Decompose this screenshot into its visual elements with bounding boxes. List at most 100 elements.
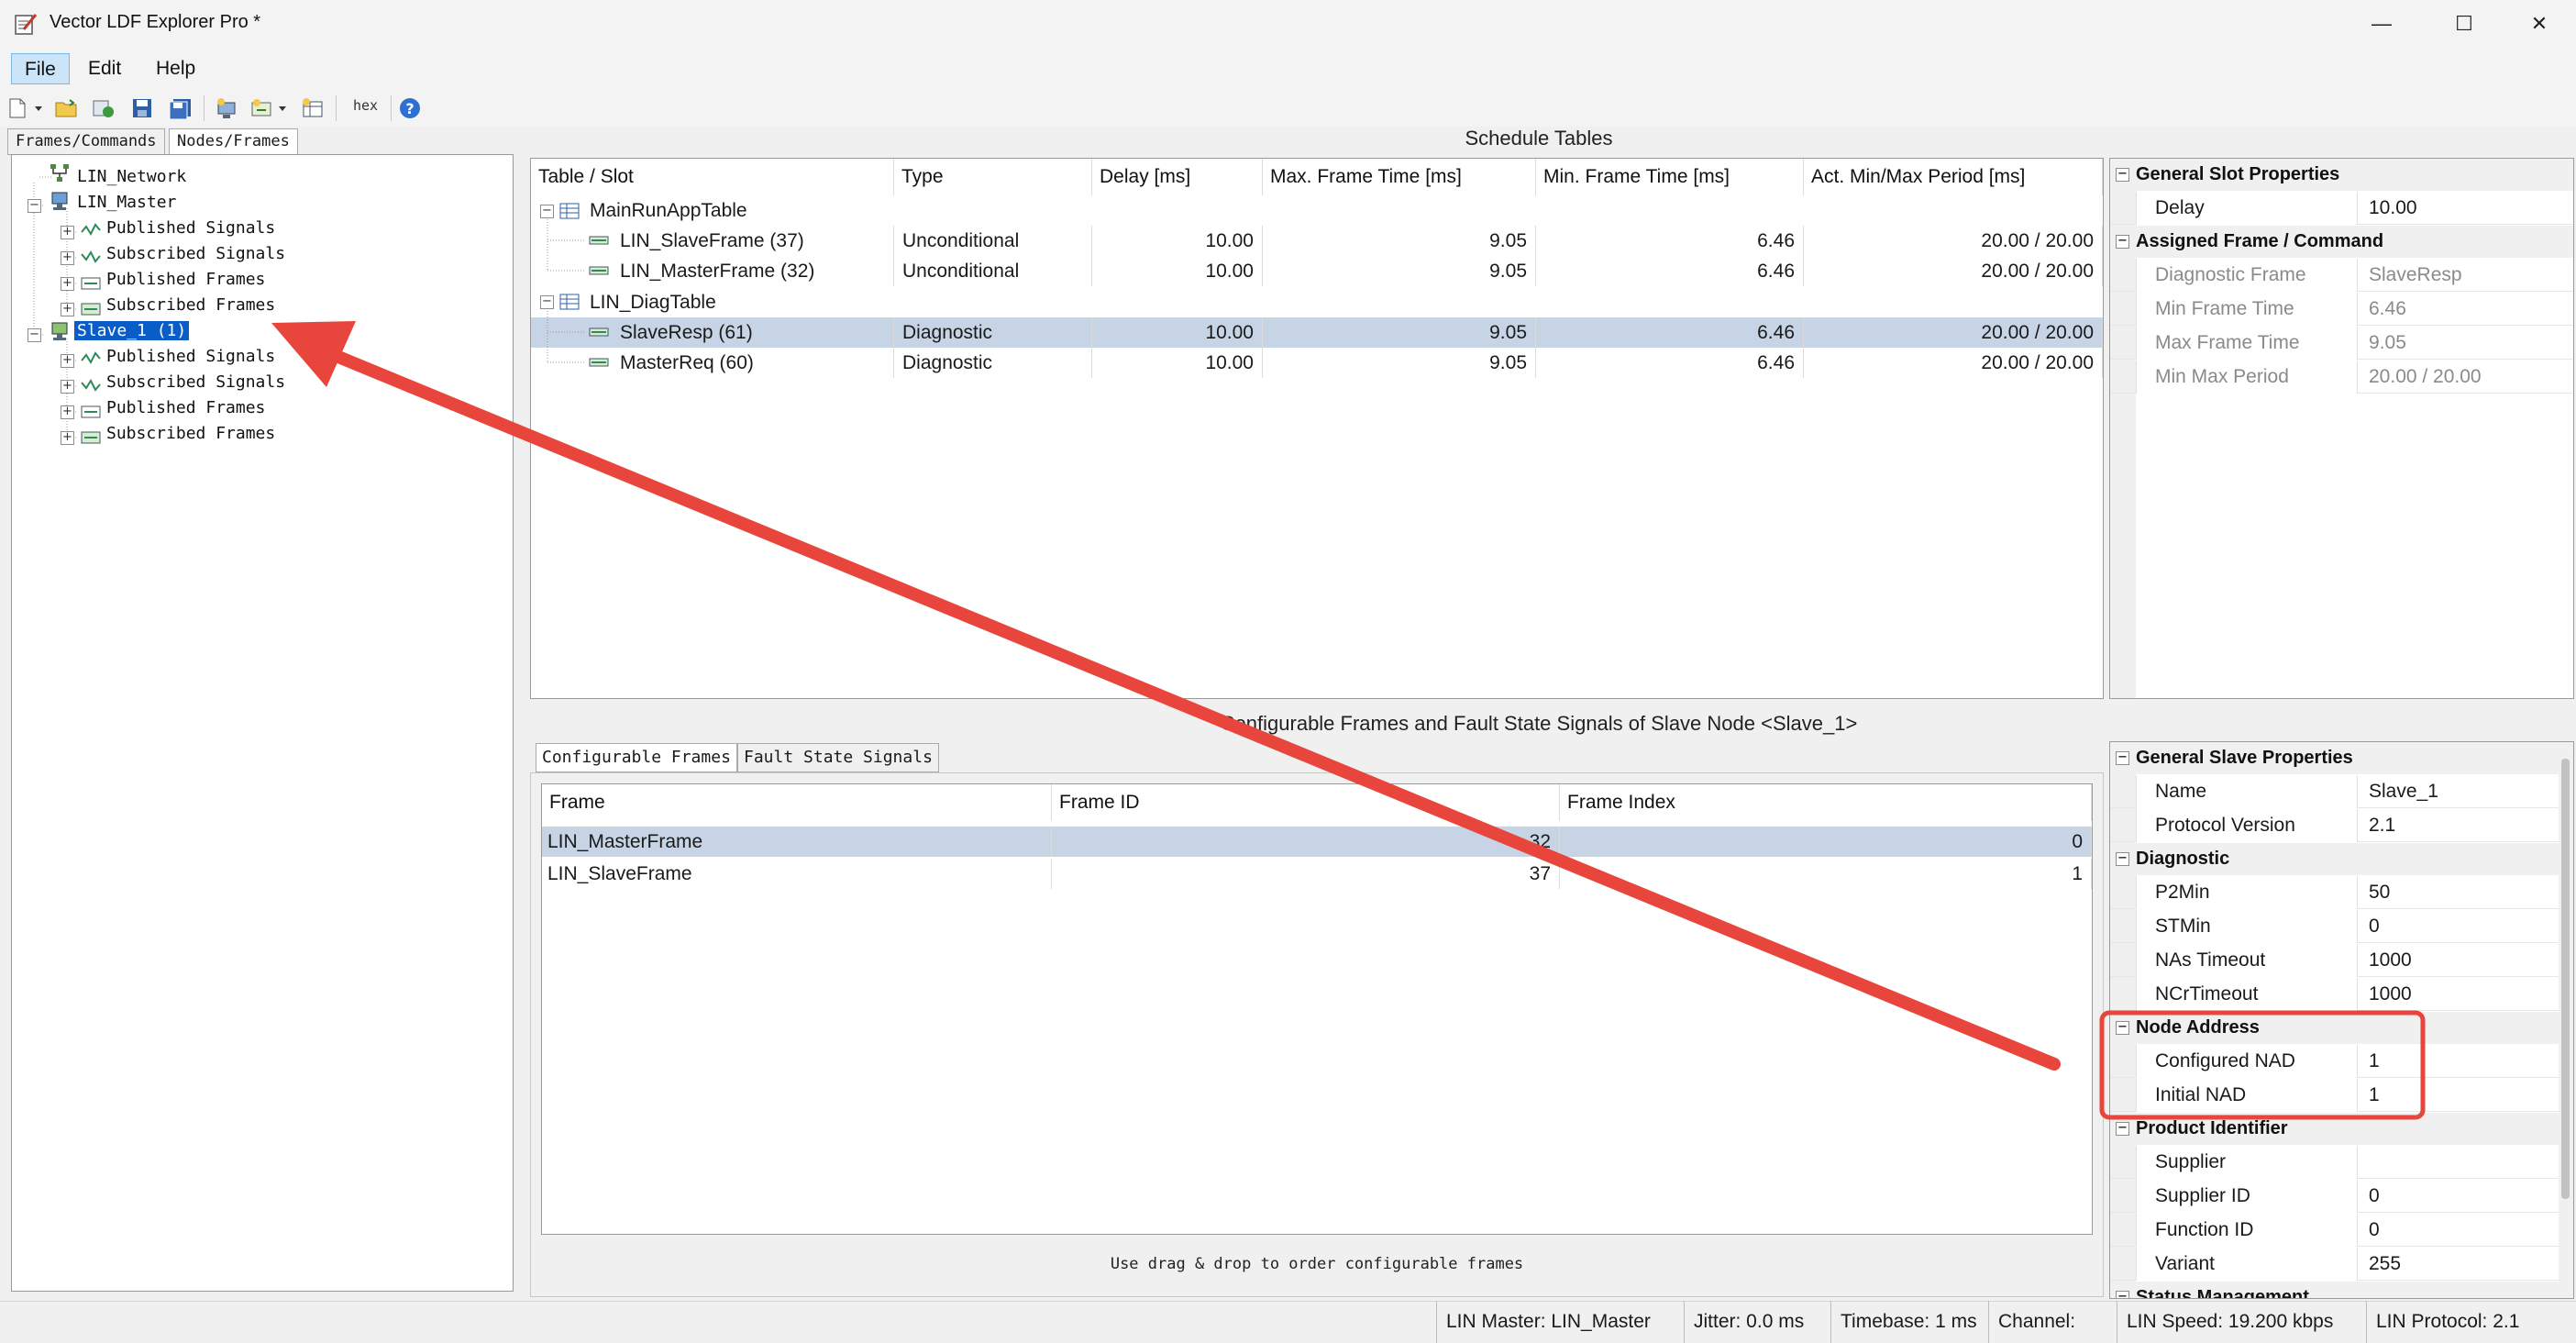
property-row-supplier[interactable]: Supplier <box>2110 1146 2573 1179</box>
tree-item-slave-subscribed-frames[interactable]: Subscribed Frames <box>104 421 278 447</box>
property-row-function-id[interactable]: Function ID 0 <box>2110 1214 2573 1247</box>
category-product-identifier[interactable]: − Product Identifier <box>2110 1113 2573 1145</box>
new-dropdown-icon[interactable] <box>31 94 46 122</box>
tab-nodes-frames[interactable]: Nodes/Frames <box>169 128 298 155</box>
properties-scrollbar[interactable] <box>2559 742 2573 1298</box>
expand-toggle[interactable]: + <box>61 277 74 291</box>
tab-fault-state-signals[interactable]: Fault State Signals <box>737 743 939 772</box>
table-row-selected[interactable]: SlaveResp (61) Diagnostic 10.00 9.05 6.4… <box>531 317 2103 348</box>
scrollbar-thumb[interactable] <box>2561 759 2570 1199</box>
tree-item-master-subscribed-frames[interactable]: Subscribed Frames <box>104 293 278 318</box>
category-assigned-frame[interactable]: − Assigned Frame / Command <box>2110 226 2573 258</box>
property-value[interactable]: 1000 <box>2360 944 2573 977</box>
add-schedule-icon[interactable] <box>299 94 326 122</box>
tree-item-master-subscribed-signals[interactable]: Subscribed Signals <box>104 241 288 267</box>
slot-properties-grid[interactable]: − General Slot Properties Delay 10.00 − As… <box>2109 158 2574 699</box>
property-value[interactable]: 1 <box>2360 1045 2573 1078</box>
table-row[interactable]: LIN_SlaveFrame (37) Unconditional 10.00 … <box>531 226 2103 256</box>
expand-toggle[interactable]: + <box>61 431 74 445</box>
expand-toggle[interactable]: + <box>61 303 74 316</box>
menu-file[interactable]: File <box>11 53 70 84</box>
column-header-min-frame-time[interactable]: Min. Frame Time [ms] <box>1536 159 1804 195</box>
tree-item-master-published-frames[interactable]: Published Frames <box>104 267 268 293</box>
menu-edit[interactable]: Edit <box>75 53 134 84</box>
category-node-address[interactable]: − Node Address <box>2110 1012 2573 1044</box>
property-value[interactable]: 255 <box>2360 1248 2573 1281</box>
property-row-p2min[interactable]: P2Min 50 <box>2110 876 2573 909</box>
property-value[interactable] <box>2360 1146 2573 1179</box>
hex-toggle-button[interactable]: hex <box>353 97 378 114</box>
category-status-management[interactable]: − Status Management <box>2110 1282 2573 1298</box>
collapse-toggle[interactable]: − <box>2116 168 2129 182</box>
close-button[interactable]: ✕ <box>2498 0 2576 48</box>
property-value[interactable]: 1 <box>2360 1079 2573 1112</box>
add-frame-dropdown-icon[interactable] <box>275 94 290 122</box>
property-row-configured-nad[interactable]: Configured NAD 1 <box>2110 1045 2573 1078</box>
refresh-icon[interactable] <box>90 94 117 122</box>
add-frame-icon[interactable] <box>248 94 275 122</box>
property-row-diagnostic-frame[interactable]: Diagnostic Frame SlaveResp <box>2110 259 2573 292</box>
collapse-slave-toggle[interactable]: − <box>28 328 41 342</box>
property-row-name[interactable]: Name Slave_1 <box>2110 775 2573 808</box>
category-diagnostic[interactable]: − Diagnostic <box>2110 843 2573 875</box>
open-folder-icon[interactable] <box>53 94 81 122</box>
property-row-variant[interactable]: Variant 255 <box>2110 1248 2573 1281</box>
expand-toggle[interactable]: + <box>61 251 74 265</box>
column-header-delay[interactable]: Delay [ms] <box>1092 159 1263 195</box>
property-row-nas-timeout[interactable]: NAs Timeout 1000 <box>2110 944 2573 977</box>
node-tree[interactable]: LIN_Network − LIN_Master + Published Sig… <box>11 154 514 1292</box>
property-value[interactable]: 50 <box>2360 876 2573 909</box>
column-header-frame[interactable]: Frame <box>542 784 1052 821</box>
collapse-master-toggle[interactable]: − <box>28 199 41 213</box>
property-value[interactable]: 0 <box>2360 910 2573 943</box>
table-row[interactable]: LIN_SlaveFrame 37 1 <box>542 859 2092 889</box>
table-row[interactable]: LIN_MasterFrame (32) Unconditional 10.00… <box>531 256 2103 286</box>
menu-help[interactable]: Help <box>143 53 208 84</box>
property-row-supplier-id[interactable]: Supplier ID 0 <box>2110 1180 2573 1213</box>
property-row-delay[interactable]: Delay 10.00 <box>2110 192 2573 225</box>
collapse-toggle[interactable]: − <box>2116 1021 2129 1035</box>
collapse-toggle[interactable]: − <box>2116 1122 2129 1136</box>
tree-item-master-published-signals[interactable]: Published Signals <box>104 216 278 241</box>
expand-toggle[interactable]: + <box>61 226 74 239</box>
tree-item-slave-subscribed-signals[interactable]: Subscribed Signals <box>104 370 288 395</box>
property-value[interactable]: 1000 <box>2360 978 2573 1011</box>
property-row-min-max-period[interactable]: Min Max Period 20.00 / 20.00 <box>2110 361 2573 394</box>
minimize-window-button[interactable]: — <box>2340 0 2423 48</box>
new-file-icon[interactable] <box>4 94 31 122</box>
property-row-min-frame-time[interactable]: Min Frame Time 6.46 <box>2110 293 2573 326</box>
add-node-icon[interactable] <box>213 94 240 122</box>
column-header-max-frame-time[interactable]: Max. Frame Time [ms] <box>1263 159 1536 195</box>
property-value[interactable]: 0 <box>2360 1180 2573 1213</box>
tab-frames-commands[interactable]: Frames/Commands <box>7 128 165 155</box>
collapse-toggle[interactable]: − <box>2116 235 2129 249</box>
save-icon[interactable] <box>128 94 156 122</box>
collapse-toggle[interactable]: − <box>2116 1291 2129 1298</box>
tab-configurable-frames[interactable]: Configurable Frames <box>536 743 737 772</box>
tree-node-network[interactable]: LIN_Network <box>74 164 189 190</box>
help-icon[interactable]: ? <box>396 94 424 122</box>
property-value[interactable]: 2.1 <box>2360 809 2573 842</box>
collapse-toggle[interactable]: − <box>2116 852 2129 866</box>
category-general-slave[interactable]: − General Slave Properties <box>2110 742 2573 774</box>
configurable-frames-table[interactable]: Frame Frame ID Frame Index LIN_MasterFra… <box>541 783 2093 1235</box>
table-row[interactable]: MasterReq (60) Diagnostic 10.00 9.05 6.4… <box>531 348 2103 378</box>
property-row-max-frame-time[interactable]: Max Frame Time 9.05 <box>2110 327 2573 360</box>
tree-node-slave-1[interactable]: Slave_1 (1) <box>72 318 191 344</box>
property-value[interactable]: Slave_1 <box>2360 775 2573 808</box>
maximize-button[interactable]: ☐ <box>2423 0 2505 48</box>
column-header-frame-id[interactable]: Frame ID <box>1052 784 1560 821</box>
column-header-period[interactable]: Act. Min/Max Period [ms] <box>1804 159 2103 195</box>
tree-item-slave-published-signals[interactable]: Published Signals <box>104 344 278 370</box>
save-all-icon[interactable] <box>167 94 194 122</box>
column-header-frame-index[interactable]: Frame Index <box>1560 784 2092 821</box>
property-row-ncr-timeout[interactable]: NCrTimeout 1000 <box>2110 978 2573 1011</box>
table-row-selected[interactable]: LIN_MasterFrame 32 0 <box>542 827 2092 857</box>
category-general-slot[interactable]: − General Slot Properties <box>2110 159 2573 191</box>
property-row-initial-nad[interactable]: Initial NAD 1 <box>2110 1079 2573 1112</box>
property-value[interactable]: 10.00 <box>2360 192 2573 225</box>
property-row-protocol-version[interactable]: Protocol Version 2.1 <box>2110 809 2573 842</box>
tree-item-slave-published-frames[interactable]: Published Frames <box>104 395 268 421</box>
property-value[interactable]: 0 <box>2360 1214 2573 1247</box>
expand-toggle[interactable]: + <box>61 380 74 394</box>
